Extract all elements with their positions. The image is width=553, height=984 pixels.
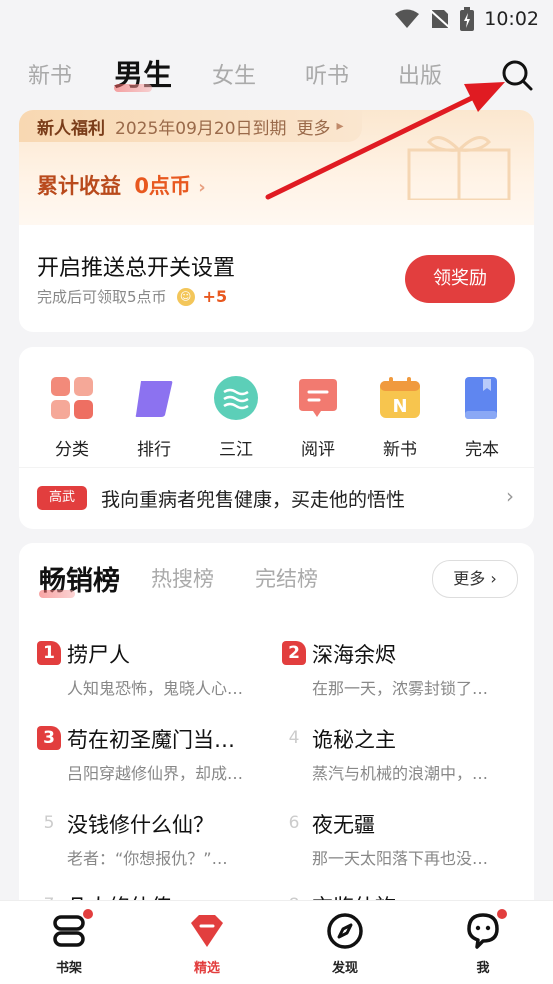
badge-dot [83,909,93,919]
category-label: 三江 [219,440,253,460]
ranking-icon [135,381,173,417]
genre-tag: 高武 [37,486,87,510]
category-new-books[interactable]: N 新书 [365,375,435,460]
nav-me[interactable]: 我 [443,909,523,976]
comment-icon [299,379,337,417]
coin-bonus: +5 [202,287,228,306]
tab-completed[interactable]: 完结榜 [255,563,318,593]
book-icon [465,377,497,419]
earnings-label: 累计收益 [37,174,121,198]
compass-icon [327,913,363,949]
wifi-icon [395,9,420,28]
battery-icon [460,7,475,31]
gift-decoration-icon [407,136,511,200]
chevron-right-icon: › [506,484,514,508]
tab-hot-search[interactable]: 热搜榜 [151,563,214,593]
book-desc: 在那一天，浓雾封锁了… [312,679,489,698]
nav-label: 书架 [55,961,82,976]
nav-discover[interactable]: 发现 [305,911,385,976]
category-classify[interactable]: 分类 [37,375,107,460]
category-label: 阅评 [301,440,335,460]
category-completed[interactable]: 完本 [447,375,517,460]
book-desc: 老者：“你想报仇？”… [67,849,228,868]
category-sanjiang[interactable]: 三江 [201,375,271,460]
chevron-right-icon: › [490,569,497,588]
category-label: 新书 [383,440,417,460]
badge-dot [497,909,507,919]
claim-reward-button[interactable]: 领奖励 [405,255,515,303]
book-desc: 蒸汽与机械的浪潮中，… [312,764,489,783]
book-title: 诡秘之主 [312,728,396,752]
push-task-title: 开启推送总开关设置 [37,256,236,281]
calendar-new-icon: N [380,377,420,418]
book-title: 捞尸人 [67,643,130,667]
search-icon [502,60,533,91]
tab-female[interactable]: 女生 [212,58,256,90]
ranking-more-button[interactable]: 更多 › [432,560,518,598]
earnings-value: 0点币 [134,174,191,198]
nav-label: 我 [476,961,490,976]
featured-notice[interactable]: 高武 我向重病者兜售健康，买走他的悟性 › [19,467,534,530]
promo-expiry: 2025年09月20日到期 [115,118,287,139]
more-label: 更多 [453,569,486,588]
category-ranking[interactable]: 排行 [119,375,189,460]
promo-banner[interactable]: 新人福利 2025年09月20日到期 更多 ▸ 累计收益 0点币 › [19,110,534,225]
grid-icon [51,377,93,419]
tab-new-books[interactable]: 新书 [28,58,72,90]
book-desc: 那一天太阳落下再也没… [312,849,489,868]
rank-badge: 4 [288,728,300,748]
rank-badge: 5 [43,813,55,833]
status-time: 10:02 [484,8,539,30]
nav-label: 精选 [193,961,220,976]
sanjiang-icon [214,376,258,420]
nav-label: 发现 [331,961,358,976]
category-reviews[interactable]: 阅评 [283,375,353,460]
bottom-nav: 书架 精选 发现 我 [0,900,553,984]
category-card: 分类 排行 三江 阅评 N 新书 完本 高武 我向重病者兜售健康，买走他的悟性 … [19,347,534,529]
book-title: 没钱修什么仙？ [67,813,214,837]
welfare-card: 新人福利 2025年09月20日到期 更多 ▸ 累计收益 0点币 › 开启推送总… [19,110,534,332]
tab-male[interactable]: 男生 [114,52,172,94]
category-label: 完本 [465,440,499,460]
nav-featured[interactable]: 精选 [167,911,247,976]
promo-more-link[interactable]: 更多 [297,114,331,139]
book-desc: 吕阳穿越修仙界，却成… [67,764,244,783]
earnings[interactable]: 累计收益 0点币 › [37,170,206,200]
category-label: 排行 [137,440,171,460]
chevron-right-icon: ▸ [336,118,344,134]
book-title: 深海余烬 [312,643,396,667]
chevron-right-icon: › [198,177,206,198]
rank-badge: 6 [288,813,300,833]
promo-label: 新人福利 [37,118,105,139]
diamond-icon [191,915,223,947]
status-bar: 10:02 [0,0,553,38]
nav-bookshelf[interactable]: 书架 [29,909,109,976]
book-title: 苟在初圣魔门当… [67,728,235,752]
featured-book-title: 我向重病者兜售健康，买走他的悟性 [101,489,406,511]
rank-badge: 1 [37,641,61,665]
book-title: 夜无疆 [312,813,375,837]
category-label: 分类 [55,440,89,460]
tab-audio[interactable]: 听书 [305,58,349,90]
svg-text:N: N [392,396,407,417]
no-sim-icon [430,9,451,29]
tab-bestseller[interactable]: 畅销榜 [39,559,120,598]
search-button[interactable] [498,56,536,94]
rank-badge: 3 [37,726,61,750]
tab-published[interactable]: 出版 [398,58,442,90]
rank-badge: 2 [282,641,306,665]
push-task-desc: 完成后可领取5点币 [37,288,167,306]
coin-icon: ☺ [176,287,195,306]
channel-tabs: 新书 男生 女生 听书 出版 [0,50,553,100]
push-task-subtitle: 完成后可领取5点币 ☺ +5 [37,286,227,307]
book-desc: 人知鬼恐怖，鬼晓人心… [67,679,244,698]
